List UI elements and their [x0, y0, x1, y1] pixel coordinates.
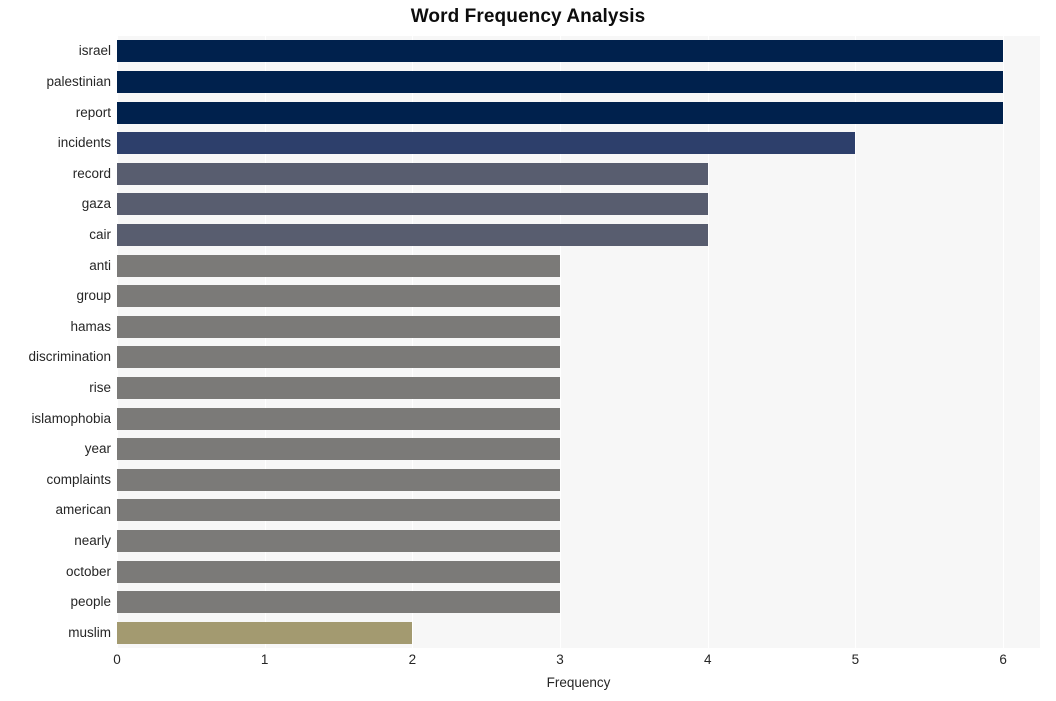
y-tick-label-october: october — [65, 563, 111, 579]
x-tick-label-4: 4 — [703, 652, 712, 667]
x-tick-label-6: 6 — [999, 652, 1007, 667]
y-tick-label-israel: israel — [78, 43, 111, 59]
x-axis-label: Frequency — [546, 675, 611, 690]
x-tick-label-2: 2 — [408, 652, 417, 667]
y-tick-label-people: people — [70, 594, 111, 610]
y-tick-label-incidents: incidents — [57, 135, 111, 151]
y-tick-label-islamophobia: islamophobia — [31, 410, 111, 426]
y-axis-tick-labels: israel palestinian report incidents record ga… — [0, 0, 1056, 701]
y-tick-label-year: year — [84, 441, 111, 457]
x-tick-label-3: 3 — [556, 652, 564, 667]
y-tick-label-american: american — [55, 502, 111, 518]
y-tick-label-discrimination: discrimination — [28, 349, 111, 365]
y-tick-label-hamas: hamas — [70, 318, 111, 334]
y-tick-label-muslim: muslim — [68, 624, 111, 640]
y-tick-label-complaints: complaints — [46, 471, 111, 487]
y-tick-label-anti: anti — [89, 257, 111, 273]
y-tick-label-gaza: gaza — [81, 196, 111, 212]
chart-figure: Word Frequency Analysis israel palestinia… — [0, 0, 1056, 701]
x-tick-label-5: 5 — [851, 652, 860, 667]
y-tick-label-report: report — [75, 104, 111, 120]
y-tick-label-group: group — [76, 288, 111, 304]
y-tick-label-record: record — [72, 165, 111, 181]
y-tick-label-nearly: nearly — [74, 532, 111, 548]
x-tick-label-0: 0 — [113, 652, 121, 667]
y-tick-label-palestinian: palestinian — [46, 73, 111, 89]
y-tick-label-rise: rise — [89, 379, 111, 395]
y-tick-label-cair: cair — [89, 226, 111, 242]
x-tick-label-1: 1 — [260, 652, 269, 667]
